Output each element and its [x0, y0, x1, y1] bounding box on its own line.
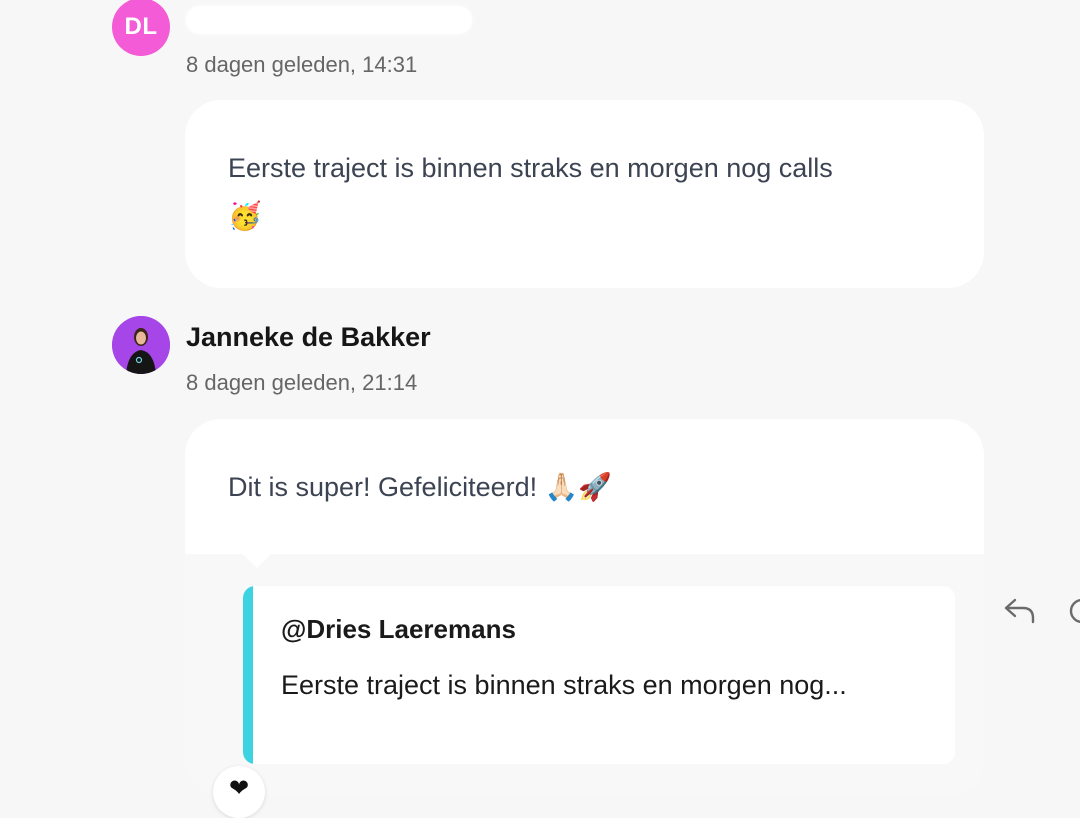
profile-photo [112, 316, 170, 374]
quote-excerpt: Eerste traject is binnen straks en morge… [281, 670, 847, 700]
reply-section: @Dries Laeremans Eerste traject is binne… [185, 539, 984, 795]
message-text: Dit is super! Gefeliciteerd! 🙏🏻🚀 [228, 472, 612, 503]
message-timestamp: 8 dagen geleden, 21:14 [186, 370, 418, 395]
avatar-initials: DL [124, 13, 158, 40]
message-timestamp: 8 dagen geleden, 14:31 [186, 52, 418, 77]
heart-icon: ❤ [228, 775, 250, 802]
avatar[interactable]: DL [112, 0, 170, 56]
message-text: Eerste traject is binnen straks en morge… [228, 153, 833, 232]
message-bubble: Eerste traject is binnen straks en morge… [185, 100, 984, 288]
praying-hands-rocket-emoji: 🙏🏻🚀 [544, 472, 612, 503]
heart-reaction-button[interactable]: ❤ [213, 766, 265, 818]
quoted-message[interactable]: @Dries Laeremans Eerste traject is binne… [243, 586, 955, 764]
reply-notch [242, 539, 272, 569]
more-icon[interactable] [1068, 596, 1080, 631]
quote-accent-bar [243, 586, 253, 764]
quote-mention[interactable]: @Dries Laeremans [281, 614, 516, 645]
message-bubble: Dit is super! Gefeliciteerd! 🙏🏻🚀 @Dries … [185, 419, 984, 818]
reply-arrow-icon[interactable] [1003, 596, 1037, 631]
redaction-overlay [186, 6, 472, 34]
avatar[interactable] [112, 316, 170, 374]
party-face-emoji: 🥳 [228, 201, 262, 232]
author-name[interactable]: Janneke de Bakker [186, 322, 431, 353]
